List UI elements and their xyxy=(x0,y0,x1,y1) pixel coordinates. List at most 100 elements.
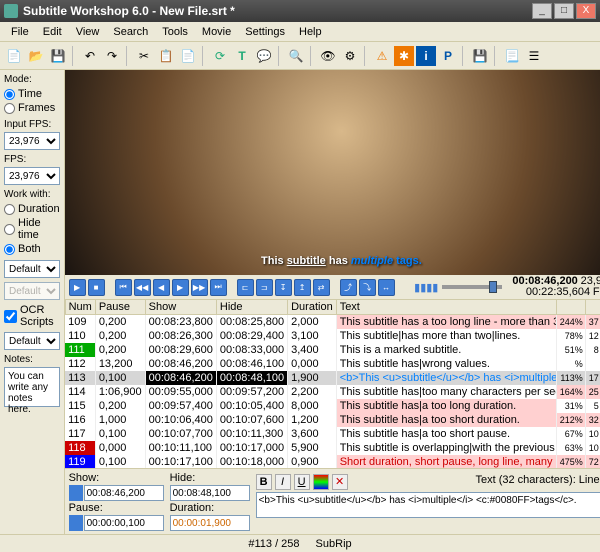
title-bar: Subtitle Workshop 6.0 - New File.srt * _… xyxy=(0,0,600,22)
sync-icon[interactable]: ⇄ xyxy=(313,279,330,296)
italic-button[interactable]: I xyxy=(275,474,291,490)
skip-fwd-icon[interactable]: ▶▶ xyxy=(191,279,208,296)
duration-input[interactable] xyxy=(170,515,250,531)
mode-time-radio[interactable]: Time xyxy=(4,87,60,101)
pause-pad-icon[interactable] xyxy=(69,515,83,531)
menu-edit[interactable]: Edit xyxy=(36,24,69,40)
asterisk-icon[interactable]: ✱ xyxy=(394,46,414,66)
table-row[interactable]: 1090,20000:08:23,80000:08:25,8002,000Thi… xyxy=(65,315,600,330)
show-pad-icon[interactable] xyxy=(69,485,83,501)
shift-icon[interactable]: ↔ xyxy=(378,279,395,296)
save2-icon[interactable]: 💾 xyxy=(470,46,490,66)
ocr-select[interactable]: Default xyxy=(4,332,60,350)
status-bar: #113 / 258 SubRip xyxy=(0,534,600,552)
error-icon[interactable]: ⚠ xyxy=(372,46,392,66)
info-icon[interactable]: i xyxy=(416,46,436,66)
text-count-label: Text (32 characters): xyxy=(476,474,576,490)
playback-bar: ▶ ■ ⏮ ◀◀ ◀ ▶ ▶▶ ⏭ ⊏ ⊐ ↧ ↥ ⇄ ⤴ ⤵ ↔ ▮▮▮▮ 0… xyxy=(65,275,600,299)
menu-tools[interactable]: Tools xyxy=(155,24,195,40)
prev-sub-icon[interactable]: ⤴ xyxy=(340,279,357,296)
table-row[interactable]: 1100,20000:08:26,30000:08:29,4003,100Thi… xyxy=(65,329,600,343)
pascal-icon[interactable]: P xyxy=(438,46,458,66)
mark-out-icon[interactable]: ⊐ xyxy=(256,279,273,296)
table-row[interactable]: 1141:06,90000:09:55,00000:09:57,2002,200… xyxy=(65,385,600,399)
color-button[interactable] xyxy=(313,474,329,490)
preview-icon[interactable]: 👁 xyxy=(318,46,338,66)
copy-icon[interactable]: 📋 xyxy=(156,46,176,66)
subtitle-overlay: This subtitle has multiple tags. xyxy=(65,249,600,269)
work-hide-radio[interactable]: Hide time xyxy=(4,216,60,242)
notes-area[interactable]: You can write any notes here. xyxy=(4,367,60,407)
table-row[interactable]: 1150,20000:09:57,40000:10:05,4008,000Thi… xyxy=(65,399,600,413)
menu-help[interactable]: Help xyxy=(292,24,329,40)
col-pause[interactable]: Pause xyxy=(95,300,145,315)
seek-slider[interactable] xyxy=(442,285,502,289)
settings-icon[interactable]: ⚙ xyxy=(340,46,360,66)
menu-movie[interactable]: Movie xyxy=(195,24,238,40)
table-row[interactable]: 1161,00000:10:06,40000:10:07,6001,200Thi… xyxy=(65,413,600,427)
hide-input[interactable] xyxy=(170,485,250,501)
menu-file[interactable]: File xyxy=(4,24,36,40)
doc-icon[interactable]: 📃 xyxy=(502,46,522,66)
text-input[interactable]: <b>This <u>subtitle</u></b> has <i>multi… xyxy=(256,492,600,518)
preset1-select[interactable]: Default xyxy=(4,260,60,278)
input-fps-select[interactable]: 23,976 xyxy=(4,132,60,150)
preset2-select[interactable]: Default xyxy=(4,282,60,300)
caption-icon[interactable]: 💬 xyxy=(254,46,274,66)
menu-settings[interactable]: Settings xyxy=(238,24,292,40)
text-icon[interactable]: T xyxy=(232,46,252,66)
sort-icon[interactable]: ☰ xyxy=(524,46,544,66)
pause-input[interactable] xyxy=(84,515,164,531)
menu-bar: File Edit View Search Tools Movie Settin… xyxy=(0,22,600,42)
next-sub-icon[interactable]: ⤵ xyxy=(359,279,376,296)
redo-icon[interactable]: ↷ xyxy=(102,46,122,66)
col-num[interactable]: Num xyxy=(65,300,95,315)
skip-back-icon[interactable]: ◀◀ xyxy=(134,279,151,296)
col-show[interactable]: Show xyxy=(145,300,216,315)
menu-search[interactable]: Search xyxy=(106,24,155,40)
open-icon[interactable]: 📂 xyxy=(26,46,46,66)
col-duration[interactable]: Duration xyxy=(288,300,337,315)
mode-frames-radio[interactable]: Frames xyxy=(4,101,60,115)
col-hide[interactable]: Hide xyxy=(216,300,287,315)
underline-button[interactable]: U xyxy=(294,474,310,490)
menu-view[interactable]: View xyxy=(69,24,107,40)
refresh-icon[interactable]: ⟳ xyxy=(210,46,230,66)
skip-back2-icon[interactable]: ⏮ xyxy=(115,279,132,296)
work-both-radio[interactable]: Both xyxy=(4,242,60,256)
new-icon[interactable]: 📄 xyxy=(4,46,24,66)
work-duration-radio[interactable]: Duration xyxy=(4,202,60,216)
play-icon[interactable]: ▶ xyxy=(69,279,86,296)
set-start-icon[interactable]: ↧ xyxy=(275,279,292,296)
find-icon[interactable]: 🔍 xyxy=(286,46,306,66)
clear-button[interactable]: ✕ xyxy=(332,474,348,490)
cut-icon[interactable]: ✂ xyxy=(134,46,154,66)
close-button[interactable]: X xyxy=(576,3,596,19)
table-row[interactable]: 1110,20000:08:29,60000:08:33,0003,400Thi… xyxy=(65,343,600,357)
step-fwd-icon[interactable]: ▶ xyxy=(172,279,189,296)
table-row[interactable]: 1130,10000:08:46,20000:08:48,1001,900<b>… xyxy=(65,371,600,385)
skip-fwd2-icon[interactable]: ⏭ xyxy=(210,279,227,296)
undo-icon[interactable]: ↶ xyxy=(80,46,100,66)
maximize-button[interactable]: □ xyxy=(554,3,574,19)
step-back-icon[interactable]: ◀ xyxy=(153,279,170,296)
table-row[interactable]: 1170,10000:10:07,70000:10:11,3003,600Thi… xyxy=(65,427,600,441)
save-icon[interactable]: 💾 xyxy=(48,46,68,66)
volume-icon: ▮▮▮▮ xyxy=(414,281,438,294)
minimize-button[interactable]: _ xyxy=(532,3,552,19)
table-row[interactable]: 1190,10000:10:17,10000:10:18,0000,900Sho… xyxy=(65,455,600,468)
subtitle-grid[interactable]: NumPauseShowHideDurationText 1090,20000:… xyxy=(65,299,600,468)
show-input[interactable] xyxy=(84,485,164,501)
input-fps-label: Input FPS: xyxy=(4,119,60,130)
table-row[interactable]: 11213,20000:08:46,20000:08:46,1000,000Th… xyxy=(65,357,600,371)
col-text[interactable]: Text xyxy=(336,300,556,315)
ocr-checkbox[interactable]: OCR Scripts xyxy=(4,304,60,328)
mark-in-icon[interactable]: ⊏ xyxy=(237,279,254,296)
stop-icon[interactable]: ■ xyxy=(88,279,105,296)
paste-icon[interactable]: 📄 xyxy=(178,46,198,66)
video-preview[interactable]: This subtitle has multiple tags. xyxy=(65,70,600,275)
bold-button[interactable]: B xyxy=(256,474,272,490)
fps-select[interactable]: 23,976 xyxy=(4,167,60,185)
table-row[interactable]: 1180,00000:10:11,10000:10:17,0005,900Thi… xyxy=(65,441,600,455)
set-end-icon[interactable]: ↥ xyxy=(294,279,311,296)
